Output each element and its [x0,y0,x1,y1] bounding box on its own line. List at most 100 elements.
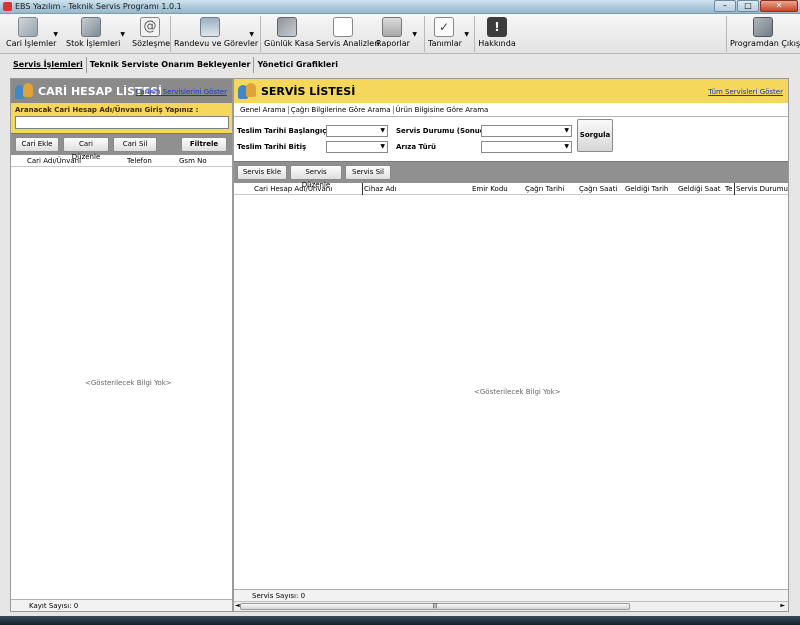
tab-urun-arama[interactable]: Ürün Bilgisine Göre Arama [394,106,491,114]
checklist-icon: ✓ [434,17,454,37]
servis-grid-header: Cari Hesap Adı/Ünvanı Cihaz Adı Emir Kod… [234,183,788,195]
window-title: EBS Yazılım - Teknik Servis Programı 1.0… [15,2,182,11]
toolbar-separator [424,16,425,52]
dropdown-arrow-icon[interactable]: ▼ [53,31,58,38]
dropdown-arrow-icon[interactable]: ▼ [564,143,569,150]
dropdown-arrow-icon[interactable]: ▼ [249,31,254,38]
info-icon: ! [487,17,507,37]
scrollbar-thumb[interactable]: ||| [240,603,630,610]
column-header[interactable]: Cari Adı/Ünvanı [27,157,81,165]
toolbar-label: Programdan Çıkış [730,39,800,48]
toolbar-sozlesme-button[interactable]: @ Sözleşme [132,16,171,52]
tab-cagri-arama[interactable]: Çağrı Bilgilerine Göre Arama [289,105,394,114]
dropdown-arrow-icon[interactable]: ▼ [120,31,125,38]
column-header[interactable]: Cari Hesap Adı/Ünvanı [254,185,332,193]
toolbar-separator [474,16,475,52]
column-header[interactable]: Çağrı Saati [579,185,617,193]
filtrele-button[interactable]: Filtrele [181,137,227,152]
servis-panel-title: SERVİS LİSTESİ [261,84,356,98]
toolbar-separator [260,16,261,52]
fault-type-select[interactable]: ▼ [481,141,572,153]
maximize-button[interactable]: □ [737,0,759,12]
people-icon [238,82,258,100]
toolbar-label: Servis Analizleri [316,39,380,48]
dropdown-arrow-icon[interactable]: ▼ [380,143,385,150]
toolbar-label: Raporlar [376,39,410,48]
column-divider[interactable] [734,183,735,195]
servis-sil-button[interactable]: Servis Sil [345,165,391,180]
tab-onarim-bekleyenler[interactable]: Teknik Serviste Onarım Bekleyenler [87,57,255,73]
main-tab-strip: Servis İşlemleri Teknik Serviste Onarım … [0,55,800,73]
service-status-select[interactable]: ▼ [481,125,572,137]
toolbar-gunluk-kasa-button[interactable]: Günlük Kasa [264,16,314,52]
close-button[interactable]: ✕ [760,0,798,12]
scroll-right-arrow-icon[interactable]: ► [780,602,785,609]
start-date-label: Teslim Tarihi Başlangıç [237,127,327,135]
end-date-picker[interactable]: ▼ [326,141,388,153]
dropdown-arrow-icon[interactable]: ▼ [412,31,417,38]
servis-filter-area: Teslim Tarihi Başlangıç ▼ Teslim Tarihi … [234,117,788,157]
toolbar-label: Sözleşme [132,39,171,48]
minimize-button[interactable]: – [714,0,736,12]
tab-genel-arama[interactable]: Genel Arama [238,105,289,114]
toolbar-tanimlar-button[interactable]: ✓ Tanımlar ▼ [428,16,469,52]
horizontal-scrollbar[interactable]: ◄ ||| ► [234,601,788,611]
toolbar-label: Randevu ve Görevler [174,39,259,48]
title-bar: EBS Yazılım - Teknik Servis Programı 1.0… [0,0,800,14]
cari-ekle-button[interactable]: Cari Ekle [15,137,59,152]
toolbar-raporlar-button[interactable]: Raporlar ▼ [376,16,417,52]
show-customer-services-link[interactable]: Carinin Servislerini Göster [136,88,227,96]
servis-empty-message: <Gösterilecek Bilgi Yok> [474,388,561,396]
servis-status-bar: Servis Sayısı: 0 [234,589,788,601]
toolbar-label: Stok İşlemleri [66,39,121,48]
column-divider[interactable] [362,183,363,195]
start-date-picker[interactable]: ▼ [326,125,388,137]
cari-search-area: Aranacak Cari Hesap Adı/Ünvanı Giriş Yap… [11,103,232,133]
column-header[interactable]: Çağrı Tarihi [525,185,564,193]
end-date-label: Teslim Tarihi Bitiş [237,143,307,151]
servis-search-tabs: Genel Arama Çağrı Bilgilerine Göre Arama… [234,103,788,117]
toolbar-separator [170,16,171,52]
chart-icon [333,17,353,37]
dropdown-arrow-icon[interactable]: ▼ [380,127,385,134]
column-header[interactable]: Telefon [127,157,152,165]
column-header[interactable]: Emir Kodu [472,185,508,193]
box-icon [81,17,101,37]
cari-grid-header: Cari Adı/Ünvanı Telefon Gsm No [11,155,232,167]
column-header[interactable]: Cihaz Adı [364,185,397,193]
toolbar-cari-islemler-button[interactable]: Cari İşlemler ▼ [6,16,58,52]
main-toolbar: Cari İşlemler ▼ Stok İşlemleri ▼ @ Sözle… [0,14,800,54]
toolbar-stok-islemleri-button[interactable]: Stok İşlemleri ▼ [66,16,125,52]
tab-yonetici-grafikleri[interactable]: Yönetici Grafikleri [254,57,341,73]
cari-button-bar: Cari Ekle Cari Düzenle Cari Sil Filtrele [11,133,232,161]
column-header[interactable]: Gsm No [179,157,207,165]
column-header[interactable]: Geldiği Saat [678,185,720,193]
scroll-left-arrow-icon[interactable]: ◄ [235,602,240,609]
dropdown-arrow-icon[interactable]: ▼ [564,127,569,134]
toolbar-hakkinda-button[interactable]: ! Hakkında [478,16,516,52]
cari-search-input[interactable] [15,116,229,129]
toolbar-servis-analizleri-button[interactable]: Servis Analizleri [316,16,380,52]
servis-ekle-button[interactable]: Servis Ekle [237,165,287,180]
dropdown-arrow-icon[interactable]: ▼ [464,31,469,38]
servis-duzenle-button[interactable]: Servis Düzenle [290,165,342,189]
column-header[interactable]: Geldiği Tarih [625,185,668,193]
cash-icon [277,17,297,37]
at-icon: @ [140,17,160,37]
sorgula-button[interactable]: Sorgula [577,119,613,152]
tab-servis-islemleri[interactable]: Servis İşlemleri [10,57,87,73]
show-all-services-link[interactable]: Tüm Servisleri Göster [708,88,783,96]
toolbar-separator [726,16,727,52]
cari-search-label: Aranacak Cari Hesap Adı/Ünvanı Giriş Yap… [15,106,199,114]
service-status-label: Servis Durumu (Sonuç) [396,127,488,135]
toolbar-label: Günlük Kasa [264,39,314,48]
window-controls: – □ ✕ [713,0,798,13]
column-header[interactable]: Servis Durumu [736,185,788,193]
report-icon [382,17,402,37]
toolbar-programdan-cikis-button[interactable]: Programdan Çıkış [730,16,800,52]
cari-sil-button[interactable]: Cari Sil [113,137,157,152]
cari-duzenle-button[interactable]: Cari Düzenle [63,137,109,161]
column-header[interactable]: Te [725,185,732,193]
toolbar-randevu-button[interactable]: Randevu ve Görevler ▼ [174,16,259,52]
people-icon [15,82,35,100]
